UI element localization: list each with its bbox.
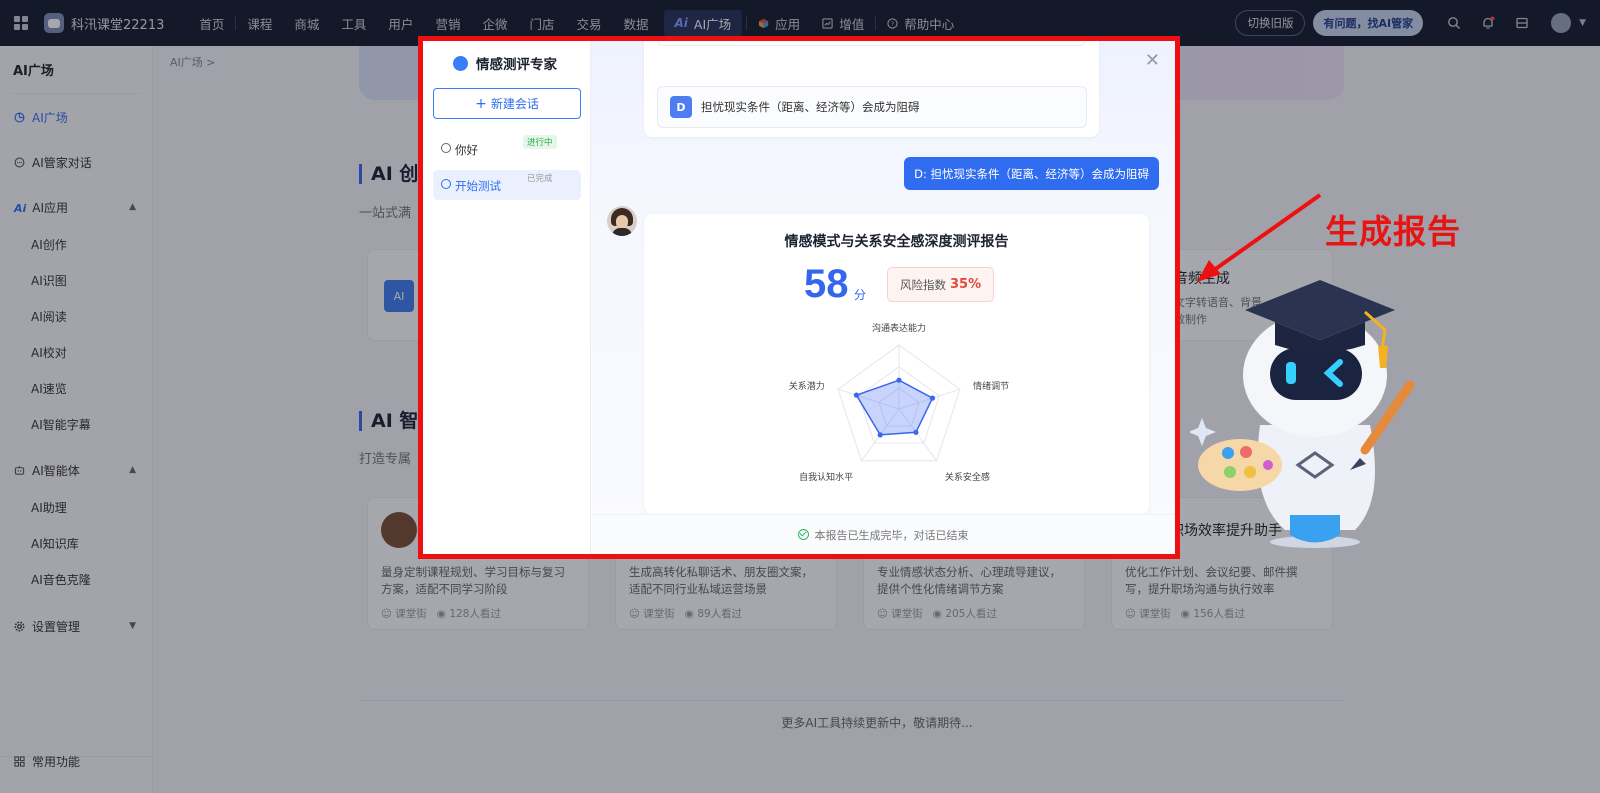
robot-mascot-icon	[1190, 280, 1415, 548]
option-text: 担忧现实条件（距离、经济等）会成为阻碍	[701, 100, 920, 114]
report-score: 58	[804, 262, 849, 306]
radar-axis-label: 关系安全感	[944, 473, 990, 484]
risk-value: 35%	[950, 277, 982, 292]
radar-point	[913, 429, 919, 435]
modal-title: 情感测评专家	[453, 53, 557, 73]
new-chat-button[interactable]: + 新建会话	[433, 88, 581, 119]
radar-point	[877, 432, 883, 438]
assistant-avatar	[607, 206, 637, 236]
chat-bubble-icon	[441, 143, 451, 153]
option-item-d[interactable]: D 担忧现实条件（距离、经济等）会成为阻碍	[657, 86, 1087, 128]
status-badge: 已完成	[527, 174, 553, 184]
headset-icon	[453, 55, 468, 71]
conversation-sidebar: 情感测评专家 + 新建会话 你好 进行中 开始测试 已完成	[423, 40, 591, 554]
report-score-unit: 分	[854, 288, 867, 302]
modal-title-text: 情感测评专家	[476, 57, 557, 73]
plus-icon: +	[475, 95, 487, 112]
close-icon[interactable]: ✕	[1145, 50, 1160, 71]
radar-point	[896, 377, 902, 383]
radar-axis-label: 情绪调节	[973, 381, 1010, 392]
conversation-item[interactable]: 你好 进行中	[433, 134, 581, 164]
radar-axis-label: 自我认知水平	[799, 473, 854, 484]
radar-axis-label: 关系潜力	[788, 381, 825, 392]
user-message-bubble: D: 担忧现实条件（距离、经济等）会成为阻碍	[904, 157, 1159, 190]
report-footer: 本报告已生成完毕，对话已结束	[591, 514, 1175, 554]
conversation-label: 你好	[455, 143, 478, 157]
radar-chart	[837, 344, 961, 462]
risk-label: 风险指数	[900, 277, 946, 292]
report-card: 情感模式与关系安全感深度测评报告 58 分 风险指数 35% 沟通表达能力情绪调…	[644, 214, 1149, 514]
risk-index-badge: 风险指数 35%	[887, 267, 995, 302]
option-letter: D	[670, 96, 692, 118]
radar-point	[929, 395, 936, 401]
radar-series-area	[855, 379, 934, 436]
report-title: 情感模式与关系安全感深度测评报告	[784, 234, 1009, 250]
chat-panel: ✕ D 担忧现实条件（距离、经济等）会成为阻碍 D: 担忧现实条件（距离、经济等…	[591, 40, 1175, 554]
check-circle-icon	[797, 529, 809, 540]
option-item-previous[interactable]	[657, 40, 1086, 46]
annotation-text: 生成报告	[1325, 212, 1461, 251]
new-chat-label: 新建会话	[490, 97, 539, 111]
radar-point	[853, 392, 859, 398]
question-options-card: D 担忧现实条件（距离、经济等）会成为阻碍	[644, 40, 1099, 137]
chat-bubble-icon	[441, 179, 451, 189]
status-badge: 进行中	[523, 135, 557, 149]
emotion-assessment-modal: 情感测评专家 + 新建会话 你好 进行中 开始测试 已完成 ✕ D 担忧现实条件…	[423, 40, 1175, 554]
conversation-item-active[interactable]: 开始测试 已完成	[433, 170, 581, 200]
conversation-label: 开始测试	[455, 179, 501, 193]
radar-axis-label: 沟通表达能力	[871, 324, 927, 334]
report-footer-text: 本报告已生成完毕，对话已结束	[814, 528, 969, 542]
